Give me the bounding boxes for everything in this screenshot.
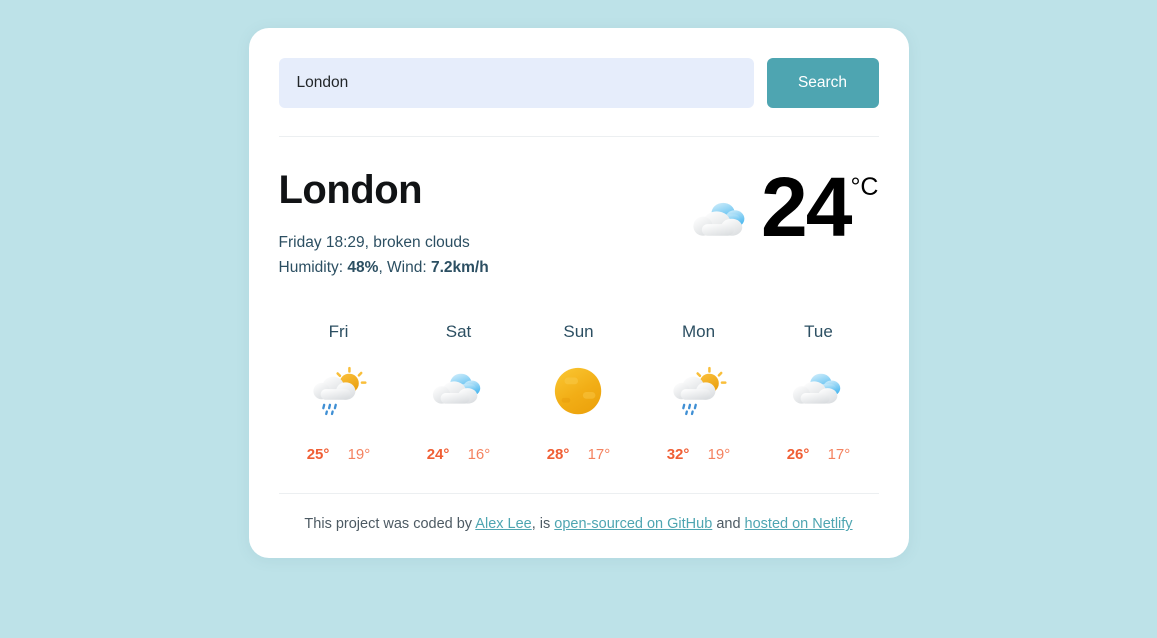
forecast-day-label: Sun <box>563 322 594 342</box>
forecast-row: Fri 25° 19° Sat 24° 16° Sun 28° 17° Mon … <box>279 322 879 463</box>
current-weather-info: London Friday 18:29, broken clouds Humid… <box>279 167 489 280</box>
forecast-icon-wrap <box>639 362 759 424</box>
forecast-icon-wrap <box>279 362 399 424</box>
current-datetime-description: Friday 18:29, broken clouds <box>278 234 470 252</box>
forecast-temps: 24° 16° <box>399 446 519 463</box>
forecast-temp-min: 19° <box>707 446 731 464</box>
wind-label: , Wind: <box>378 258 431 276</box>
humidity-value: 48% <box>347 258 379 276</box>
forecast-temps: 28° 17° <box>519 446 639 463</box>
bottom-divider <box>278 493 879 495</box>
forecast-icon-wrap <box>519 362 639 424</box>
humidity-wind-line: Humidity: 48%, Wind: 7.2km/h <box>279 256 489 280</box>
search-button[interactable]: Search <box>766 58 879 108</box>
wind-value: 7.2km/h <box>430 258 489 276</box>
forecast-day-tue: Tue 26° 17° <box>759 322 879 463</box>
forecast-day-label: Sat <box>445 322 472 342</box>
forecast-day-sun: Sun 28° 17° <box>519 322 639 463</box>
humidity-label: Humidity: <box>278 258 348 276</box>
author-link[interactable]: Alex Lee <box>475 516 531 532</box>
temperature-value: 24 <box>761 160 852 254</box>
forecast-temp-max: 25° <box>306 446 330 464</box>
forecast-icon-wrap <box>759 362 879 424</box>
forecast-temp-min: 19° <box>347 446 371 464</box>
forecast-temps: 25° 19° <box>279 446 399 463</box>
current-weather: London Friday 18:29, broken clouds Humid… <box>279 160 879 280</box>
rain-sun-cloud-icon <box>672 367 727 416</box>
forecast-day-fri: Fri 25° 19° <box>279 322 399 463</box>
forecast-day-mon: Mon 32° 19° <box>639 322 759 463</box>
rain-sun-cloud-icon <box>312 367 367 416</box>
current-temperature-block: 24 °C <box>687 160 879 257</box>
footer-text-before: This project was coded by <box>304 516 476 533</box>
weather-card: Search London Friday 18:29, broken cloud… <box>248 28 909 559</box>
sun-icon <box>554 368 601 415</box>
current-conditions: Friday 18:29, broken clouds Humidity: 48… <box>279 231 489 280</box>
forecast-temp-min: 17° <box>827 446 851 464</box>
netlify-link[interactable]: hosted on Netlify <box>745 516 853 532</box>
forecast-temp-max: 24° <box>426 446 450 464</box>
temperature-readout: 24 °C <box>761 160 879 254</box>
forecast-temp-max: 32° <box>666 446 690 464</box>
top-divider <box>278 136 879 137</box>
forecast-temp-max: 26° <box>786 446 810 464</box>
forecast-day-sat: Sat 24° 16° <box>399 322 519 463</box>
footer-text-middle: , is <box>531 516 555 533</box>
search-input[interactable] <box>278 58 754 108</box>
forecast-day-label: Tue <box>804 322 833 342</box>
forecast-day-label: Fri <box>328 322 349 342</box>
forecast-temps: 32° 19° <box>639 446 759 463</box>
cloud-icon <box>792 374 840 404</box>
github-link[interactable]: open-sourced on GitHub <box>554 516 712 532</box>
search-form: Search <box>278 58 879 108</box>
broken-clouds-icon <box>693 202 745 236</box>
forecast-temp-min: 16° <box>467 446 491 464</box>
temperature-unit: °C <box>850 173 879 201</box>
cloud-icon <box>432 374 480 404</box>
forecast-temp-max: 28° <box>546 446 570 464</box>
footer-credit: This project was coded by Alex Lee, is o… <box>279 516 879 532</box>
forecast-icon-wrap <box>399 362 519 424</box>
forecast-day-label: Mon <box>681 322 716 342</box>
city-name: London <box>278 168 423 212</box>
forecast-temp-min: 17° <box>587 446 611 464</box>
forecast-temps: 26° 17° <box>759 446 879 463</box>
footer-text-and: and <box>712 516 745 533</box>
